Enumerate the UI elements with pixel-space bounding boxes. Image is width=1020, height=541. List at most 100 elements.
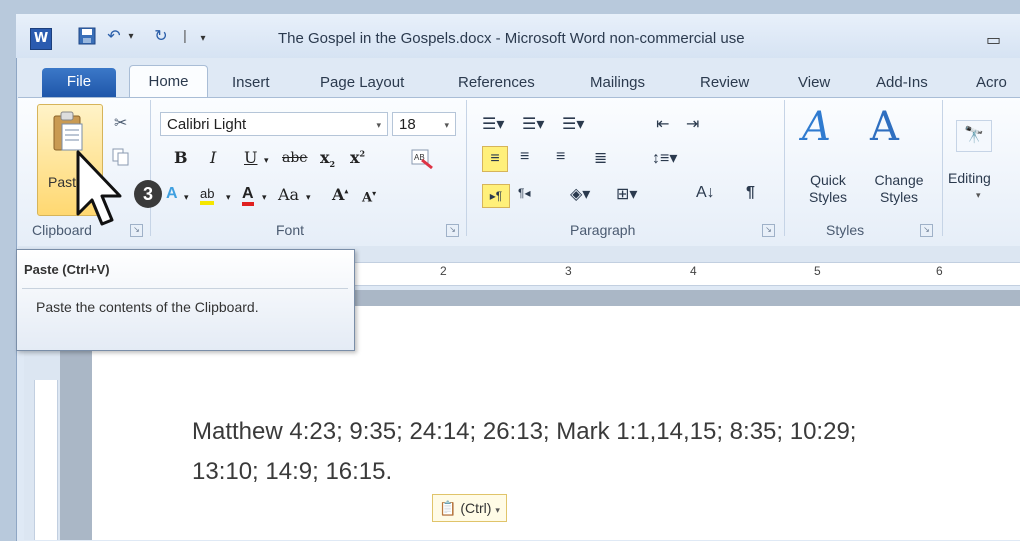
tab-add-ins[interactable]: Add-Ins xyxy=(876,74,928,91)
find-icon[interactable]: 🔭 xyxy=(956,120,992,152)
multilevel-list-icon[interactable]: ☰▾ xyxy=(562,114,584,134)
align-center-icon[interactable]: ≡ xyxy=(520,148,529,166)
chevron-down-icon[interactable]: ▾ xyxy=(184,192,189,203)
superscript-button[interactable]: x2 xyxy=(350,148,365,167)
font-group-label: Font xyxy=(276,222,305,238)
grow-font-icon[interactable]: A▴ xyxy=(332,185,348,204)
sort-icon[interactable]: A↓ xyxy=(696,184,715,202)
font-launcher-icon[interactable]: ↘ xyxy=(446,224,459,237)
superscript-label: x xyxy=(350,148,360,167)
tab-mailings[interactable]: Mailings xyxy=(590,74,645,91)
paragraph-group-label: Paragraph xyxy=(570,222,636,238)
paste-options-label: (Ctrl) xyxy=(460,500,492,516)
borders-icon[interactable]: ⊞▾ xyxy=(616,184,637,204)
clear-formatting-icon[interactable]: AB xyxy=(410,148,436,175)
step-number-badge: 3 xyxy=(134,180,162,208)
clipboard-icon: 📋 xyxy=(439,500,457,516)
tooltip-description: Paste the contents of the Clipboard. xyxy=(36,299,259,315)
tab-insert[interactable]: Insert xyxy=(232,74,270,91)
font-size-value: 18 xyxy=(399,116,416,133)
highlight-icon[interactable]: ab xyxy=(200,186,215,205)
ruler-number: 5 xyxy=(814,264,821,278)
minimize-button[interactable]: ▭ xyxy=(986,30,1001,50)
document-line: Matthew 4:23; 9:35; 24:14; 26:13; Mark 1… xyxy=(192,418,857,445)
chevron-down-icon[interactable]: ▾ xyxy=(262,192,267,203)
tab-review[interactable]: Review xyxy=(700,74,749,91)
tab-acrobat[interactable]: Acro xyxy=(976,74,1007,91)
align-right-icon[interactable]: ≡ xyxy=(556,148,565,166)
chevron-down-icon[interactable]: ▾ xyxy=(226,192,231,203)
change-case-button[interactable]: Aa xyxy=(278,185,299,204)
customize-quick-access-icon[interactable]: ▾ xyxy=(196,28,210,50)
strikethrough-button[interactable]: abe xyxy=(282,150,308,166)
italic-button[interactable]: I xyxy=(210,148,216,167)
chevron-down-icon: ▾ xyxy=(495,505,500,515)
vertical-ruler-strip[interactable] xyxy=(34,380,58,540)
numbering-icon[interactable]: ☰▾ xyxy=(522,114,544,134)
decrease-indent-icon[interactable]: ⇤ xyxy=(656,114,669,134)
quick-styles-icon[interactable]: A xyxy=(802,104,831,150)
underline-button[interactable]: U xyxy=(244,148,257,167)
subscript-button[interactable]: x2 xyxy=(320,148,335,169)
separator xyxy=(150,100,151,236)
styles-launcher-icon[interactable]: ↘ xyxy=(920,224,933,237)
separator-icon: | xyxy=(183,27,187,43)
line-spacing-icon[interactable]: ↕≡▾ xyxy=(652,148,677,168)
separator xyxy=(784,100,785,236)
document-body[interactable]: Matthew 4:23; 9:35; 24:14; 26:13; Mark 1… xyxy=(192,412,1012,492)
ruler-number: 6 xyxy=(936,264,943,278)
styles-group-label: Styles xyxy=(826,222,865,238)
subscript-label: x xyxy=(320,148,330,167)
font-color-icon[interactable]: A xyxy=(242,185,254,206)
redo-icon[interactable]: ↻ xyxy=(150,26,172,48)
show-formatting-icon[interactable]: ¶ xyxy=(746,184,755,202)
align-left-icon[interactable]: ≡ xyxy=(482,146,508,172)
tab-view[interactable]: View xyxy=(798,74,830,91)
tooltip-divider xyxy=(22,288,348,289)
quick-styles-label: Quick Styles xyxy=(808,172,848,205)
ruler-number: 3 xyxy=(565,264,572,278)
change-styles-label: Change Styles xyxy=(874,172,924,205)
paste-options-button[interactable]: 📋 (Ctrl) ▾ xyxy=(432,494,507,522)
separator xyxy=(466,100,467,236)
underline-dropdown-icon[interactable]: ▾ xyxy=(264,156,269,166)
font-name-field[interactable]: Calibri Light ▾ xyxy=(160,112,388,136)
separator xyxy=(942,100,943,236)
tab-home[interactable]: Home xyxy=(129,65,208,99)
rtl-icon[interactable]: ¶◂ xyxy=(518,186,530,200)
quick-styles-button[interactable]: Quick Styles xyxy=(796,172,860,206)
increase-indent-icon[interactable]: ⇥ xyxy=(686,114,699,134)
cut-icon[interactable]: ✂ xyxy=(114,113,127,133)
change-styles-button[interactable]: Change Styles xyxy=(864,172,934,206)
shading-icon[interactable]: ◈▾ xyxy=(570,184,590,204)
font-size-field[interactable]: 18 ▾ xyxy=(392,112,456,136)
ltr-icon[interactable]: ▸¶ xyxy=(482,184,510,208)
tab-references[interactable]: References xyxy=(458,74,535,91)
tooltip-title: Paste (Ctrl+V) xyxy=(24,262,110,277)
justify-icon[interactable]: ≣ xyxy=(594,148,607,168)
shrink-font-icon[interactable]: A▾ xyxy=(362,188,376,205)
ruler-number: 2 xyxy=(440,264,447,278)
document-line: 13:10; 14:9; 16:15. xyxy=(192,458,393,485)
paragraph-launcher-icon[interactable]: ↘ xyxy=(762,224,775,237)
undo-icon[interactable]: ↶ xyxy=(104,26,124,48)
save-icon[interactable] xyxy=(76,26,98,48)
word-app-icon[interactable]: W xyxy=(30,28,52,50)
clipboard-icon xyxy=(53,111,83,151)
chevron-down-icon: ▾ xyxy=(444,120,449,130)
ruler-number: 4 xyxy=(690,264,697,278)
window-title: The Gospel in the Gospels.docx - Microso… xyxy=(278,30,745,47)
chevron-down-icon[interactable]: ▾ xyxy=(306,192,311,203)
chevron-down-icon: ▾ xyxy=(376,120,381,130)
undo-dropdown-icon[interactable]: ▾ xyxy=(126,26,136,48)
change-styles-icon[interactable]: A xyxy=(870,104,899,150)
mouse-pointer-icon xyxy=(76,150,122,226)
editing-button[interactable]: Editing xyxy=(948,170,991,187)
font-name-value: Calibri Light xyxy=(167,116,247,133)
tab-file[interactable]: File xyxy=(42,68,116,98)
bullets-icon[interactable]: ☰▾ xyxy=(482,114,504,134)
text-effects-icon[interactable]: A xyxy=(166,185,178,203)
clipboard-launcher-icon[interactable]: ↘ xyxy=(130,224,143,237)
tab-page-layout[interactable]: Page Layout xyxy=(320,74,404,91)
bold-button[interactable]: B xyxy=(174,148,188,167)
